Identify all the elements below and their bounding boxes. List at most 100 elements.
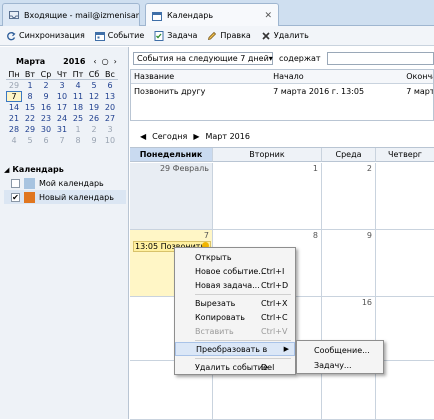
- menu-item-copy[interactable]: Копировать Ctrl+C: [175, 310, 295, 324]
- mini-calendar-day[interactable]: 24: [54, 113, 70, 124]
- calendar-list-header[interactable]: ◢ Календарь: [4, 163, 126, 176]
- mini-calendar-day[interactable]: 22: [22, 113, 38, 124]
- mini-calendar-day[interactable]: 8: [70, 135, 86, 146]
- today-button[interactable]: Сегодня: [152, 132, 187, 141]
- calendar-checkbox-checked[interactable]: ✔: [11, 192, 20, 202]
- tab-inbox[interactable]: Входящие - mail@izmenisam...: [2, 3, 140, 26]
- mini-calendar-day[interactable]: 23: [38, 113, 54, 124]
- mini-calendar-day[interactable]: 12: [86, 91, 102, 102]
- column-header-title[interactable]: Название: [131, 72, 270, 81]
- day-cell[interactable]: [376, 163, 434, 230]
- mini-calendar-day[interactable]: 18: [70, 102, 86, 113]
- dow-label: Сб: [86, 69, 102, 80]
- mini-calendar-day[interactable]: 3: [54, 80, 70, 91]
- day-cell[interactable]: 1: [213, 163, 322, 230]
- mini-calendar-day[interactable]: 3: [102, 124, 118, 135]
- submenu-item-message[interactable]: Сообщение...: [297, 343, 383, 357]
- mini-calendar-day[interactable]: 19: [86, 102, 102, 113]
- mini-calendar-day[interactable]: 30: [38, 124, 54, 135]
- submenu-item-task[interactable]: Задачу...: [297, 358, 383, 372]
- column-header-end[interactable]: Окончан: [403, 72, 433, 81]
- mini-calendar-day[interactable]: 5: [86, 80, 102, 91]
- mini-calendar-day[interactable]: 7: [54, 135, 70, 146]
- menu-item-new-task[interactable]: Новая задача... Ctrl+D: [175, 278, 295, 292]
- prev-month-icon[interactable]: ‹: [93, 57, 96, 66]
- edit-button[interactable]: Правка: [205, 30, 252, 42]
- mini-calendar-day[interactable]: 1: [70, 124, 86, 135]
- day-cell[interactable]: [376, 361, 434, 420]
- mini-calendar-year[interactable]: 2016: [63, 57, 85, 66]
- mini-calendar-day[interactable]: 10: [102, 135, 118, 146]
- menu-item-cut[interactable]: Вырезать Ctrl+X: [175, 296, 295, 310]
- mini-calendar-day[interactable]: 5: [22, 135, 38, 146]
- mini-calendar-month[interactable]: Марта: [16, 57, 45, 66]
- mini-calendar-day[interactable]: 26: [86, 113, 102, 124]
- calendar-item-new[interactable]: ✔ Новый календарь: [4, 190, 126, 204]
- mini-calendar-day[interactable]: 29: [22, 124, 38, 135]
- day-header[interactable]: Понедельник: [130, 148, 213, 162]
- new-event-button[interactable]: Событие: [93, 30, 147, 42]
- day-cell[interactable]: 29 Февраль: [130, 163, 213, 230]
- collapse-triangle-icon[interactable]: ◢: [4, 166, 9, 174]
- period-select[interactable]: События на следующие 7 дней ▾: [133, 51, 273, 65]
- mini-calendar-day[interactable]: 28: [6, 124, 22, 135]
- menu-item-open[interactable]: Открыть: [175, 250, 295, 264]
- calendar-item-my[interactable]: Мой календарь: [4, 176, 126, 190]
- day-cell[interactable]: 2: [322, 163, 376, 230]
- close-tab-icon[interactable]: ✕: [256, 11, 272, 21]
- event-title-cell: Позвонить другу: [134, 86, 206, 96]
- mini-calendar-day[interactable]: 6: [38, 135, 54, 146]
- mini-calendar-day[interactable]: 29: [6, 80, 22, 91]
- tab-strip: Входящие - mail@izmenisam... Календарь ✕: [0, 0, 434, 27]
- menu-item-paste: Вставить Ctrl+V: [175, 324, 295, 338]
- search-input[interactable]: [326, 51, 434, 65]
- delete-button[interactable]: Удалить: [259, 30, 311, 42]
- new-task-button[interactable]: Задача: [152, 30, 199, 42]
- menu-item-delete-event[interactable]: Удалить событие Del: [175, 360, 295, 374]
- mini-calendar-day[interactable]: 13: [102, 91, 118, 102]
- mini-calendar-day[interactable]: 1: [22, 80, 38, 91]
- next-month-icon[interactable]: ›: [114, 57, 117, 66]
- mini-calendar-day[interactable]: 10: [54, 91, 70, 102]
- prev-arrow-icon[interactable]: ◀: [140, 132, 146, 141]
- day-cell[interactable]: [376, 297, 434, 361]
- today-circle-icon[interactable]: ○: [102, 57, 109, 66]
- mini-calendar-day[interactable]: 2: [86, 124, 102, 135]
- day-header[interactable]: Среда: [322, 148, 376, 162]
- mini-calendar-day-today[interactable]: 7: [6, 91, 22, 102]
- mini-calendar-day[interactable]: 21: [6, 113, 22, 124]
- mini-calendar-day[interactable]: 15: [22, 102, 38, 113]
- dow-label: Ср: [38, 69, 54, 80]
- day-header[interactable]: Вторник: [213, 148, 322, 162]
- day-header[interactable]: Четверг: [376, 148, 434, 162]
- mini-calendar-day[interactable]: 16: [38, 102, 54, 113]
- column-header-start[interactable]: Начало: [270, 72, 403, 81]
- mini-calendar-day[interactable]: 2: [38, 80, 54, 91]
- next-arrow-icon[interactable]: ▶: [193, 132, 199, 141]
- shortcut-label: Del: [261, 362, 275, 372]
- pencil-icon: [207, 31, 217, 41]
- mini-calendar-day[interactable]: 20: [102, 102, 118, 113]
- mini-calendar-header: Марта 2016 ‹ ○ ›: [6, 55, 124, 67]
- tab-calendar-label: Календарь: [167, 11, 214, 20]
- event-row[interactable]: Позвонить другу 7 марта 2016 г. 13:05 7 …: [131, 84, 433, 98]
- day-cell[interactable]: 9: [322, 230, 376, 297]
- mini-calendar-day[interactable]: 31: [54, 124, 70, 135]
- mini-calendar-day[interactable]: 6: [102, 80, 118, 91]
- mini-calendar-day[interactable]: 27: [102, 113, 118, 124]
- mini-calendar-day[interactable]: 11: [70, 91, 86, 102]
- calendar-checkbox[interactable]: [11, 178, 20, 188]
- tab-calendar[interactable]: Календарь ✕: [145, 3, 279, 27]
- mini-calendar-day[interactable]: 9: [86, 135, 102, 146]
- day-cell[interactable]: [376, 230, 434, 297]
- mini-calendar-day[interactable]: 17: [54, 102, 70, 113]
- mini-calendar-day[interactable]: 4: [6, 135, 22, 146]
- mini-calendar-day[interactable]: 9: [38, 91, 54, 102]
- mini-calendar-day[interactable]: 25: [70, 113, 86, 124]
- mini-calendar-day[interactable]: 4: [70, 80, 86, 91]
- mini-calendar-day[interactable]: 8: [22, 91, 38, 102]
- menu-item-convert[interactable]: Преобразовать в ▶: [175, 342, 295, 356]
- sync-button[interactable]: Синхронизация: [4, 30, 87, 42]
- menu-item-new-event[interactable]: Новое событие... Ctrl+I: [175, 264, 295, 278]
- mini-calendar-day[interactable]: 14: [6, 102, 22, 113]
